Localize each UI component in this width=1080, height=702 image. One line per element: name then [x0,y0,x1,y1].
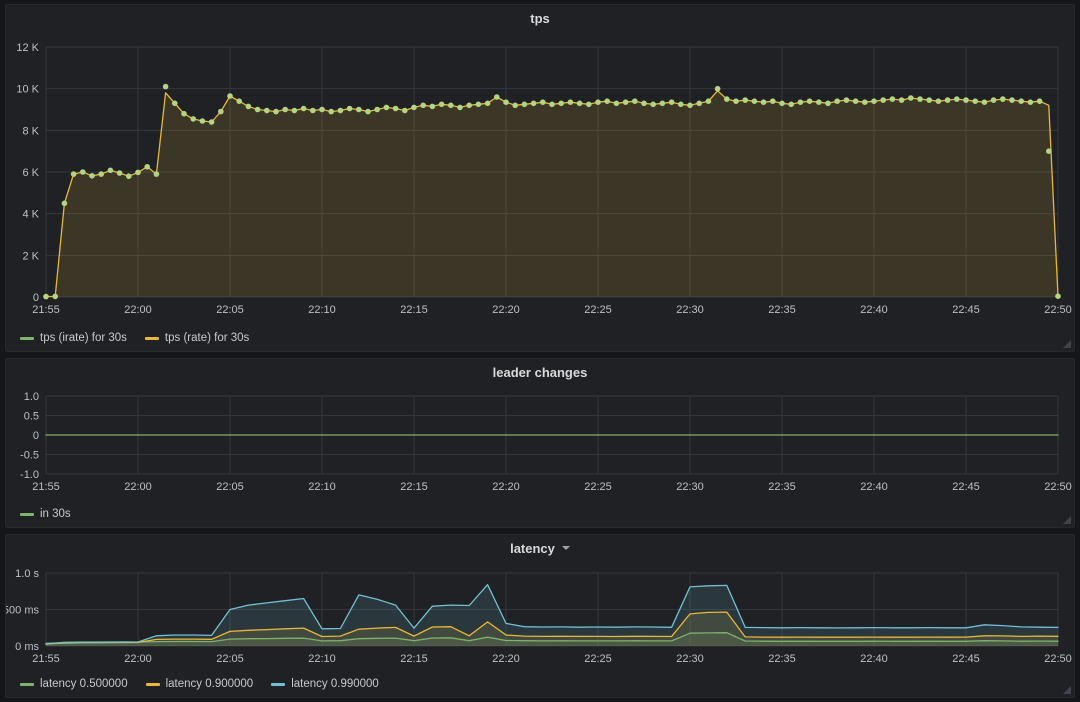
svg-text:10 K: 10 K [16,84,39,96]
panel-title-latency[interactable]: latency [510,541,570,556]
svg-text:22:45: 22:45 [952,653,980,665]
svg-text:-0.5: -0.5 [20,450,39,462]
legend-item-tps-rate[interactable]: tps (rate) for 30s [145,332,249,344]
svg-text:22:50: 22:50 [1044,481,1072,493]
legend-label: tps (rate) for 30s [165,332,249,344]
chart-area-tps[interactable]: 0 2 K 4 K 6 K 8 K 10 K 12 K 21:55 22:00 22:05 22:1… [6,31,1074,325]
svg-text:0: 0 [33,430,39,442]
legend-leader-changes: in 30s [6,501,1074,527]
legend-label: latency 0.900000 [166,678,254,690]
panel-header-tps[interactable]: tps [6,5,1074,31]
svg-text:22:30: 22:30 [676,304,704,316]
svg-text:22:40: 22:40 [860,304,888,316]
svg-text:22:10: 22:10 [308,653,336,665]
svg-text:22:25: 22:25 [584,304,612,316]
svg-text:22:25: 22:25 [584,481,612,493]
series-color-dash [20,337,34,340]
svg-text:22:35: 22:35 [768,304,796,316]
svg-text:22:40: 22:40 [860,481,888,493]
legend-item-tps-irate[interactable]: tps (irate) for 30s [20,332,127,344]
svg-text:22:40: 22:40 [860,653,888,665]
svg-text:500 ms: 500 ms [6,605,39,617]
svg-text:6 K: 6 K [22,167,39,179]
svg-text:22:15: 22:15 [400,653,428,665]
svg-text:22:45: 22:45 [952,304,980,316]
series-color-dash [146,683,160,686]
series-color-dash [20,513,34,516]
svg-text:22:05: 22:05 [216,481,244,493]
panel-header-latency[interactable]: latency [6,535,1074,561]
svg-text:22:05: 22:05 [216,653,244,665]
series-color-dash [20,683,34,686]
panel-title-text: tps [530,11,550,26]
panel-resize-handle-icon[interactable] [1063,516,1071,524]
svg-text:21:55: 21:55 [32,653,60,665]
grafana-dashboard: tps 0 2 K 4 K 6 K 8 K 10 K 12 K 21:55 22:00 22:05… [0,0,1080,702]
panel-title-tps[interactable]: tps [530,11,550,26]
svg-text:22:35: 22:35 [768,653,796,665]
chart-canvas-leader-changes[interactable]: 1.0 0.5 0 -0.5 -1.021:55 22:00 22:05 22:10 22:15… [6,385,1074,501]
svg-text:2 K: 2 K [22,250,39,262]
chevron-down-icon[interactable] [562,546,570,550]
chart-canvas-tps[interactable]: 0 2 K 4 K 6 K 8 K 10 K 12 K 21:55 22:00 22:05 22:1… [6,31,1074,325]
svg-text:22:10: 22:10 [308,304,336,316]
panel-latency: latency 1.0 s 500 ms 0 ms21:55 22:00 22:05 22… [5,534,1075,698]
panel-leader-changes: leader changes 1.0 0.5 0 -0.5 -1.021:55 22:00… [5,358,1075,528]
svg-text:22:25: 22:25 [584,653,612,665]
panel-title-leader-changes[interactable]: leader changes [493,365,588,380]
series-color-dash [271,683,285,686]
panel-title-text: latency [510,541,555,556]
svg-text:1.0 s: 1.0 s [15,568,39,580]
legend-item-latency-p50[interactable]: latency 0.500000 [20,678,128,690]
legend-label: latency 0.500000 [40,678,128,690]
svg-text:21:55: 21:55 [32,481,60,493]
chart-area-leader-changes[interactable]: 1.0 0.5 0 -0.5 -1.021:55 22:00 22:05 22:10 22:15… [6,385,1074,501]
legend-item-latency-p99[interactable]: latency 0.990000 [271,678,379,690]
svg-text:22:45: 22:45 [952,481,980,493]
chart-canvas-latency[interactable]: 1.0 s 500 ms 0 ms21:55 22:00 22:05 22:10 22:15… [6,561,1074,671]
svg-text:4 K: 4 K [22,209,39,221]
panel-title-text: leader changes [493,365,588,380]
legend-label: latency 0.990000 [291,678,379,690]
panel-resize-handle-icon[interactable] [1063,340,1071,348]
chart-area-latency[interactable]: 1.0 s 500 ms 0 ms21:55 22:00 22:05 22:10 22:15… [6,561,1074,671]
svg-text:22:20: 22:20 [492,481,520,493]
svg-text:22:50: 22:50 [1044,653,1072,665]
svg-text:22:15: 22:15 [400,481,428,493]
legend-latency: latency 0.500000 latency 0.900000 latenc… [6,671,1074,697]
svg-text:0 ms: 0 ms [15,641,39,653]
svg-text:22:30: 22:30 [676,653,704,665]
legend-label: tps (irate) for 30s [40,332,127,344]
svg-text:22:35: 22:35 [768,481,796,493]
svg-text:22:15: 22:15 [400,304,428,316]
legend-label: in 30s [40,508,71,520]
svg-text:22:00: 22:00 [124,481,152,493]
series-color-dash [145,337,159,340]
svg-text:8 K: 8 K [22,125,39,137]
svg-text:0.5: 0.5 [24,411,39,423]
panel-resize-handle-icon[interactable] [1063,686,1071,694]
svg-text:1.0: 1.0 [24,391,39,403]
legend-tps: tps (irate) for 30s tps (rate) for 30s [6,325,1074,351]
svg-text:0: 0 [33,292,39,304]
svg-text:22:20: 22:20 [492,304,520,316]
panel-tps: tps 0 2 K 4 K 6 K 8 K 10 K 12 K 21:55 22:00 22:05… [5,4,1075,352]
svg-text:22:20: 22:20 [492,653,520,665]
svg-text:22:00: 22:00 [124,653,152,665]
panel-header-leader-changes[interactable]: leader changes [6,359,1074,385]
svg-text:21:55: 21:55 [32,304,60,316]
svg-text:-1.0: -1.0 [20,469,39,481]
svg-text:12 K: 12 K [16,42,39,54]
legend-item-latency-p90[interactable]: latency 0.900000 [146,678,254,690]
svg-text:22:50: 22:50 [1044,304,1072,316]
svg-text:22:05: 22:05 [216,304,244,316]
svg-text:22:00: 22:00 [124,304,152,316]
svg-text:22:30: 22:30 [676,481,704,493]
legend-item-in-30s[interactable]: in 30s [20,508,71,520]
svg-text:22:10: 22:10 [308,481,336,493]
